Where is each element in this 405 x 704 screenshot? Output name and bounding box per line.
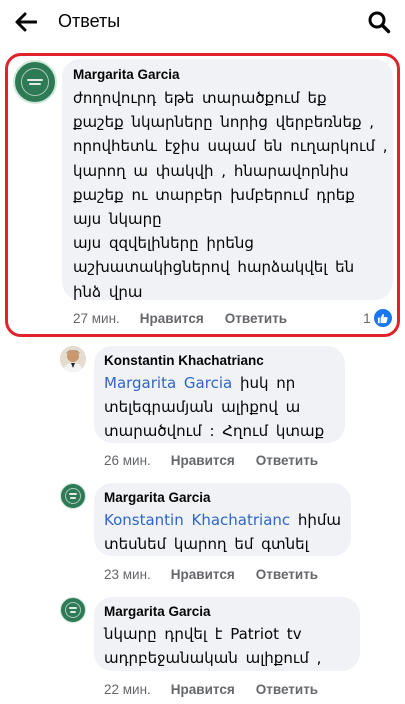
comment-time[interactable]: 27 мин. bbox=[73, 311, 120, 326]
comment-line: քաշեք նկարները նորից վերբեռնեք , bbox=[73, 113, 375, 132]
page-title: Ответы bbox=[58, 11, 121, 31]
comment-meta: 23 мин. Нравится Ответить bbox=[104, 567, 318, 582]
comment-text: Margarita Garcia իսկ որ տելեգրամյան ալիք… bbox=[104, 371, 324, 444]
comment-time[interactable]: 22 мин. bbox=[104, 682, 151, 697]
search-icon bbox=[368, 11, 391, 34]
comment-line: ինձ վրա bbox=[73, 282, 143, 301]
comment-line: ադրբեջանական ալիքում , bbox=[104, 649, 322, 668]
comment-author[interactable]: Margarita Garcia bbox=[73, 67, 180, 82]
comment-line: նկարը դրվել է Patriot tv bbox=[104, 625, 302, 643]
comment-time[interactable]: 26 мин. bbox=[104, 453, 151, 468]
mention-link[interactable]: Konstantin Khachatrianc bbox=[104, 511, 290, 529]
like-button[interactable]: Нравится bbox=[171, 453, 235, 468]
comment-text: Konstantin Khachatrianc հիմա տեսնեմ կարո… bbox=[104, 508, 341, 556]
comment-line: այս նկարը bbox=[73, 210, 162, 229]
avatar[interactable] bbox=[13, 60, 57, 104]
comment-line: քաշեք ու տարբեր խմբերում դրեք bbox=[73, 185, 355, 204]
comment-author[interactable]: Margarita Garcia bbox=[104, 604, 211, 619]
avatar[interactable] bbox=[60, 597, 86, 623]
reaction-summary[interactable]: 1 bbox=[363, 309, 392, 327]
comment-meta: 26 мин. Нравится Ответить bbox=[104, 453, 318, 468]
org-logo-icon bbox=[64, 601, 82, 619]
comment-line: այս զզվելիները իրենց bbox=[73, 234, 254, 253]
arrow-left-icon bbox=[15, 12, 37, 32]
reply-button[interactable]: Ответить bbox=[225, 311, 287, 326]
comment-text: ժողովուրդ եթե տարածքում եք քաշեք նկարներ… bbox=[73, 86, 388, 304]
comment-line: կարող ա փակվի , հնարավորնիս bbox=[73, 161, 349, 180]
top-bar: Ответы bbox=[0, 0, 405, 44]
reply-button[interactable]: Ответить bbox=[256, 682, 318, 697]
org-logo-icon bbox=[21, 68, 49, 96]
comment-meta: 27 мин. Нравится Ответить bbox=[73, 311, 287, 326]
like-button[interactable]: Нравится bbox=[140, 311, 204, 326]
comment-text: նկարը դրվել է Patriot tv ադրբեջանական ալ… bbox=[104, 622, 321, 670]
comment-line: տելեգրամյան ալիքով ա bbox=[104, 398, 301, 417]
comment-author[interactable]: Margarita Garcia bbox=[104, 490, 211, 505]
comment-line: Konstantin Khachatrianc հիմա bbox=[104, 511, 342, 529]
like-button[interactable]: Нравится bbox=[171, 682, 235, 697]
like-icon bbox=[373, 309, 392, 327]
comment-bubble[interactable]: Margarita Garcia նկարը դրվել է Patriot t… bbox=[94, 597, 360, 671]
comment-line: աշխատակիցներով հարձակվել են bbox=[73, 258, 355, 277]
like-button[interactable]: Нравится bbox=[171, 567, 235, 582]
comment-line: որովհետև էջիս սպամ են ուղարկում , bbox=[73, 137, 388, 156]
comment-bubble[interactable]: Margarita Garcia Konstantin Khachatrianc… bbox=[94, 483, 351, 556]
search-button[interactable] bbox=[363, 6, 395, 38]
comment-line: տարածվում : Հղում կտաք bbox=[104, 422, 325, 441]
avatar[interactable] bbox=[60, 483, 86, 509]
reply-button[interactable]: Ответить bbox=[256, 567, 318, 582]
reaction-count: 1 bbox=[363, 310, 371, 326]
comment-line: ժողովուրդ եթե տարածքում եք bbox=[73, 89, 327, 107]
back-button[interactable] bbox=[10, 7, 42, 37]
comment-line: Margarita Garcia իսկ որ bbox=[104, 374, 296, 392]
reply-button[interactable]: Ответить bbox=[256, 453, 318, 468]
comment-line: տեսնեմ կարող եմ գտնել bbox=[104, 535, 309, 554]
comment-bubble[interactable]: Margarita Garcia ժողովուրդ եթե տարածքում… bbox=[62, 59, 393, 301]
org-logo-icon bbox=[64, 487, 82, 505]
mention-link[interactable]: Margarita Garcia bbox=[104, 374, 232, 392]
avatar[interactable] bbox=[60, 346, 86, 372]
comment-bubble[interactable]: Konstantin Khachatrianc Margarita Garcia… bbox=[94, 346, 345, 443]
comment-author[interactable]: Konstantin Khachatrianc bbox=[104, 353, 264, 368]
comment-meta: 22 мин. Нравится Ответить bbox=[104, 682, 318, 697]
person-avatar-icon bbox=[60, 346, 86, 372]
comment-time[interactable]: 23 мин. bbox=[104, 567, 151, 582]
